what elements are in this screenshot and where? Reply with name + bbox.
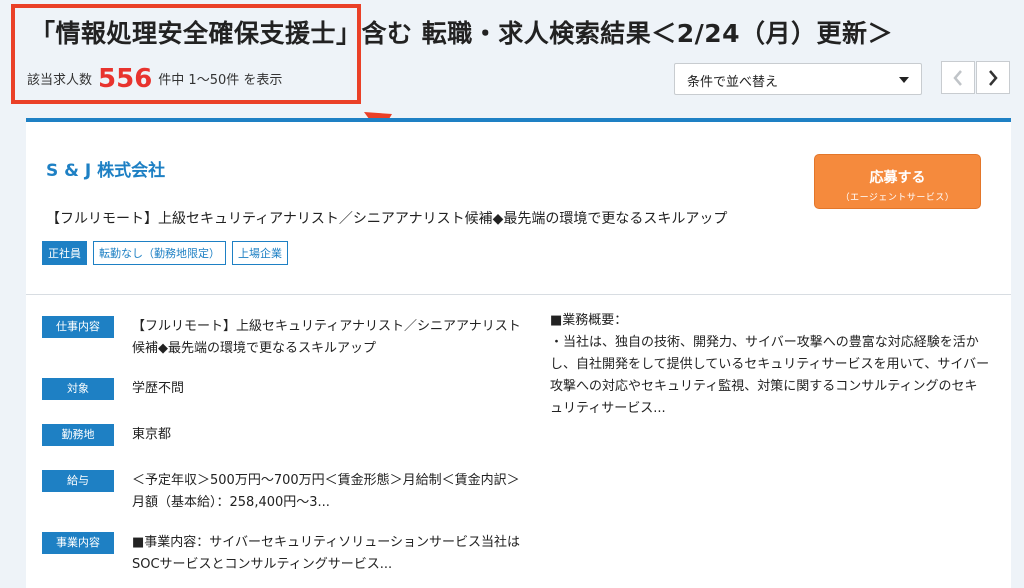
detail-label: 給与 [42,470,114,492]
detail-label: 対象 [42,378,114,400]
tag-listed-company: 上場企業 [232,241,288,265]
job-tags: 正社員 転勤なし（勤務地限定） 上場企業 [42,241,288,265]
detail-value: ■事業内容：サイバーセキュリティソリューションサービス当社はSOCサービスとコン… [132,535,520,572]
detail-value: 学歴不問 [132,381,185,396]
sort-dropdown[interactable]: 条件で並べ替え [674,63,922,95]
detail-row-business: 事業内容 ■事業内容：サイバーセキュリティソリューションサービス当社はSOCサー… [42,532,532,576]
detail-row-job-content: 仕事内容 【フルリモート】上級セキュリティアナリスト／シニアアナリスト候補◆最先… [42,316,532,360]
chevron-right-icon [989,70,998,86]
chevron-left-icon [953,70,962,86]
detail-row-target: 対象 学歴不問 [42,378,532,400]
prev-page-button[interactable] [941,61,975,94]
job-overview: ■業務概要： ・当社は、独自の技術、開発力、サイバー攻撃への豊富な対応経験を活か… [550,313,990,416]
detail-row-salary: 給与 ＜予定年収＞500万円〜700万円＜賃金形態＞月給制＜賃金内訳＞月額（基本… [42,470,532,514]
apply-button[interactable]: 応募する （エージェントサービス） [814,154,981,209]
sort-dropdown-value: 条件で並べ替え [687,75,779,90]
detail-value: 【フルリモート】上級セキュリティアナリスト／シニアアナリスト候補◆最先端の環境で… [132,319,521,356]
detail-row-location: 勤務地 東京都 [42,424,532,446]
detail-label: 仕事内容 [42,316,114,338]
tag-no-transfer: 転勤なし（勤務地限定） [93,241,226,265]
detail-value: 東京都 [132,427,172,442]
job-card: S & J 株式会社 応募する （エージェントサービス） 【フルリモート】上級セ… [26,118,1011,588]
company-name-link[interactable]: S & J 株式会社 [46,156,165,181]
apply-button-sublabel: （エージェントサービス） [840,193,955,203]
detail-label: 勤務地 [42,424,114,446]
detail-value: ＜予定年収＞500万円〜700万円＜賃金形態＞月給制＜賃金内訳＞月額（基本給）：… [132,473,520,510]
detail-label: 事業内容 [42,532,114,554]
job-title-link[interactable]: 【フルリモート】上級セキュリティアナリスト／シニアアナリスト候補◆最先端の環境で… [46,208,816,228]
tag-employment-type: 正社員 [42,241,87,265]
card-divider [26,294,1011,295]
caret-down-icon [899,77,909,83]
apply-button-label: 応募する [869,170,926,186]
next-page-button[interactable] [976,61,1010,94]
annotation-highlight-box [11,4,361,104]
